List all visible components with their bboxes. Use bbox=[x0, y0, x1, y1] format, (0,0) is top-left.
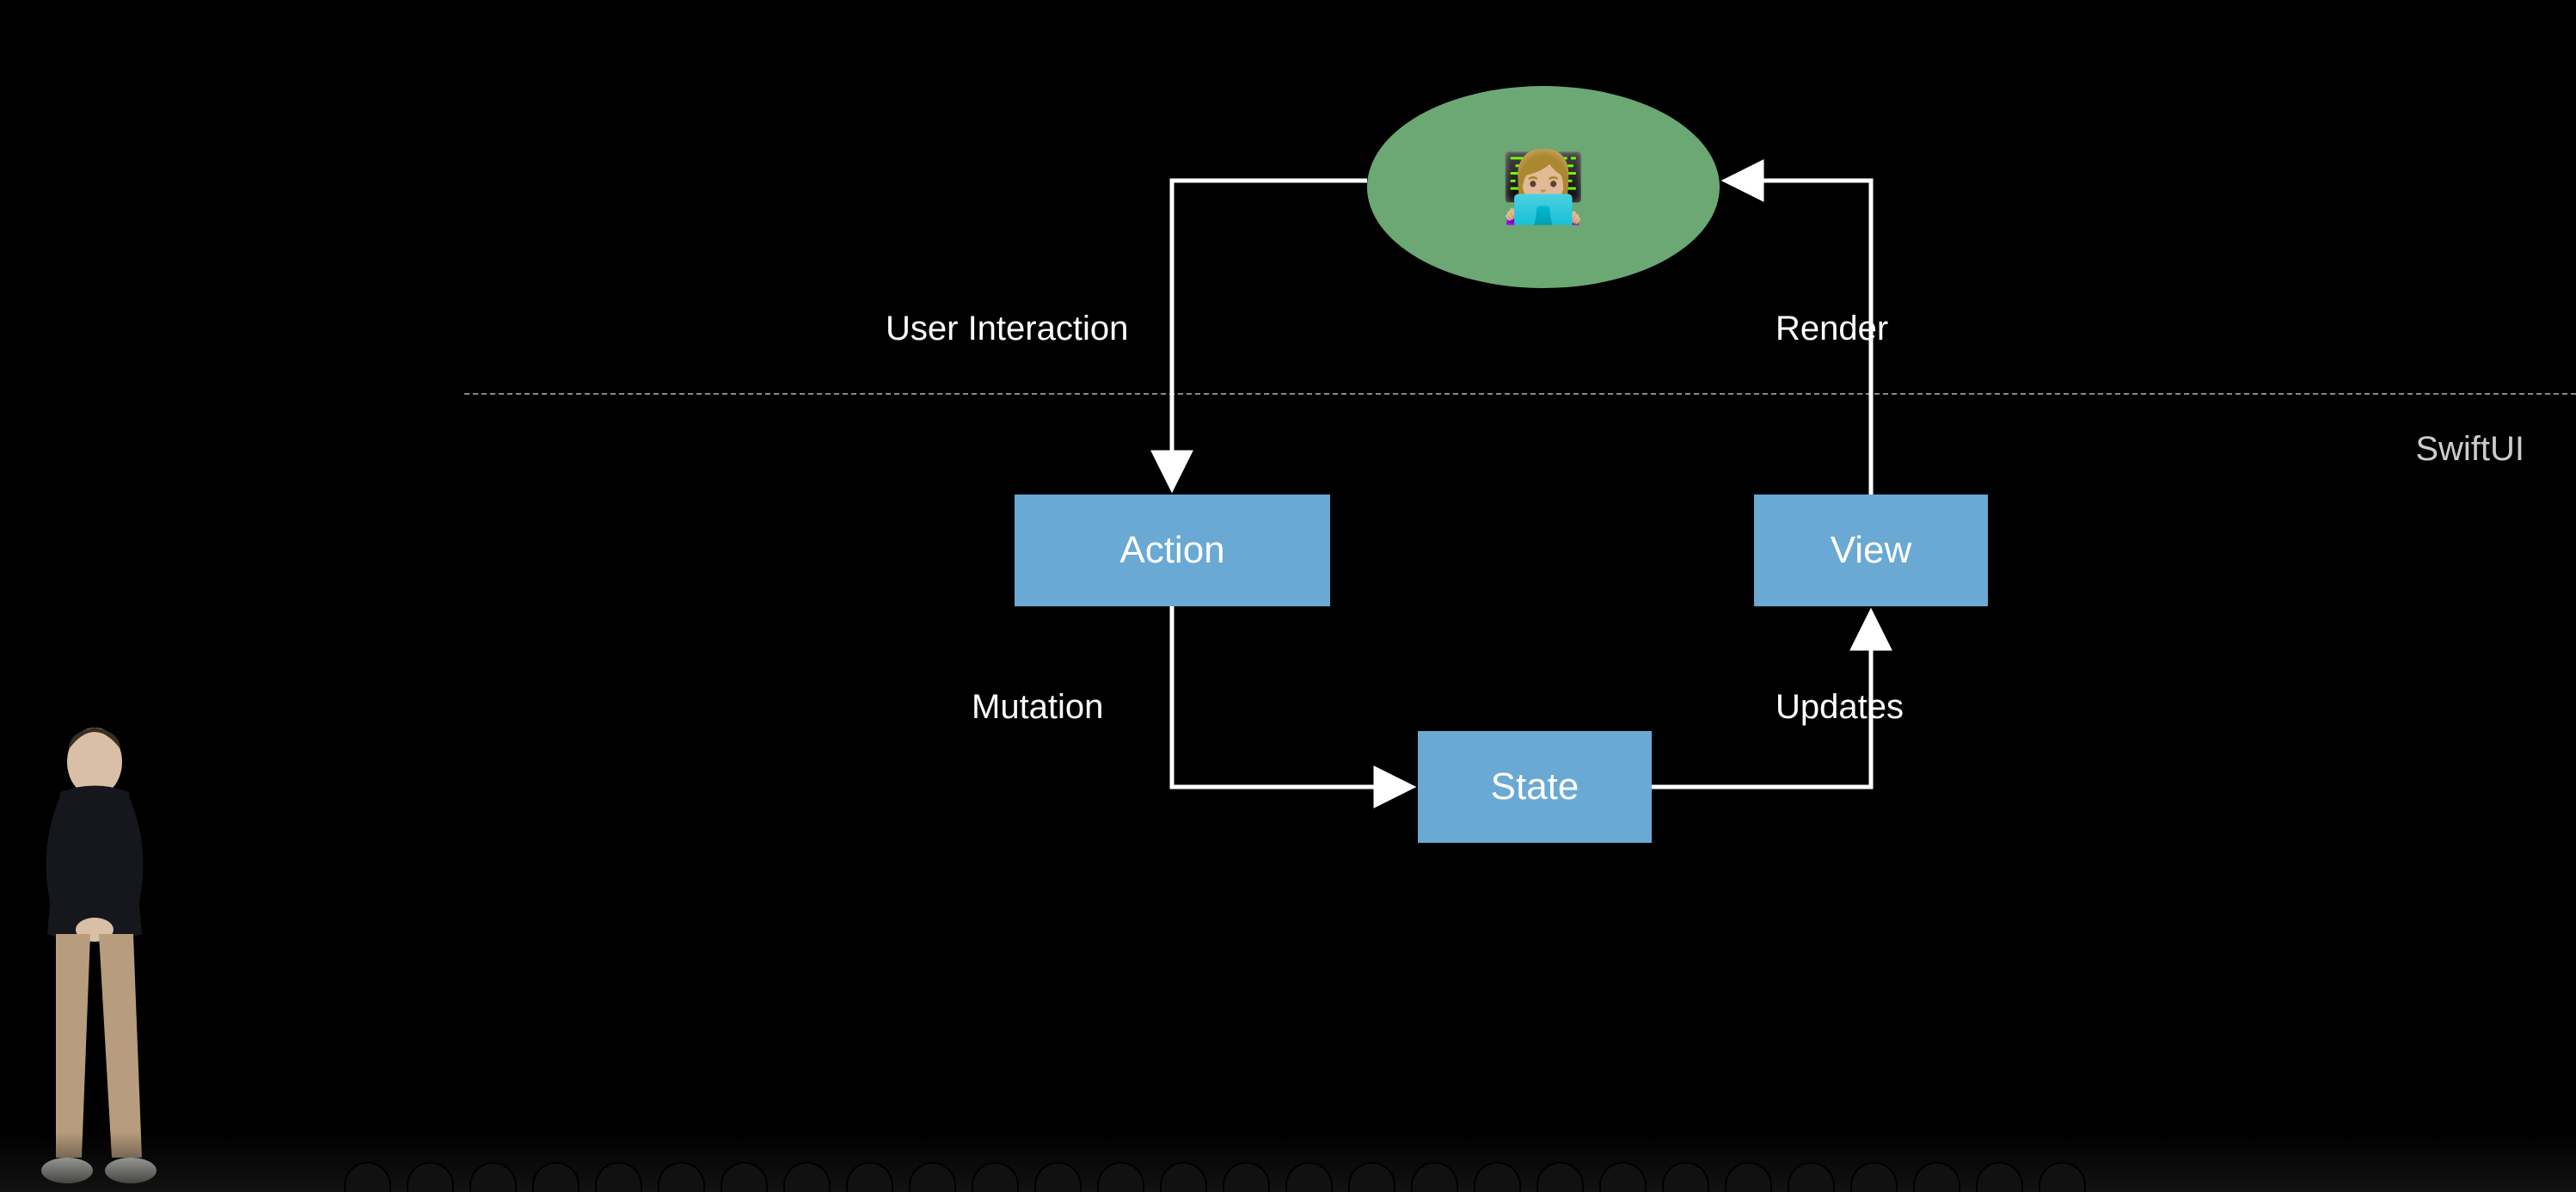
node-user: 👩🏼‍💻 bbox=[1367, 86, 1720, 288]
node-view-label: View bbox=[1831, 529, 1912, 572]
divider-line bbox=[464, 393, 2576, 395]
framework-label: SwiftUI bbox=[2415, 430, 2524, 469]
arrow-action-to-state bbox=[1172, 606, 1409, 787]
edge-label-render: Render bbox=[1776, 310, 1888, 348]
node-action-label: Action bbox=[1119, 529, 1224, 572]
node-action: Action bbox=[1015, 495, 1330, 606]
edge-label-user-interaction: User Interaction bbox=[886, 310, 1128, 348]
arrow-user-to-action bbox=[1172, 181, 1367, 486]
edge-label-mutation: Mutation bbox=[972, 688, 1103, 727]
node-view: View bbox=[1754, 495, 1988, 606]
node-state-label: State bbox=[1491, 765, 1579, 808]
slide-dataflow-diagram: SwiftUI 👩🏼‍💻 Action State View User Inte… bbox=[0, 0, 2576, 1192]
audience-silhouette bbox=[0, 1132, 2576, 1192]
edge-label-updates: Updates bbox=[1776, 688, 1904, 727]
presenter-figure bbox=[9, 710, 181, 1192]
technologist-emoji-icon: 👩🏼‍💻 bbox=[1500, 153, 1586, 222]
node-state: State bbox=[1418, 731, 1652, 843]
